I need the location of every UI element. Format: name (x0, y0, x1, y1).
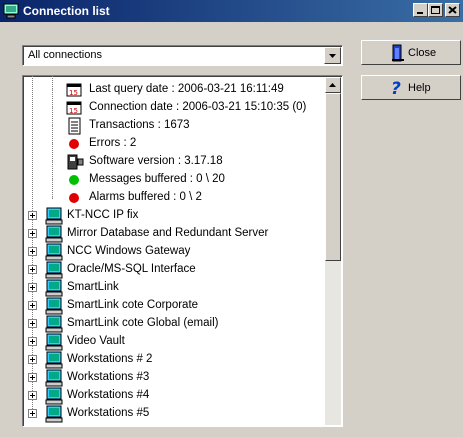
connection-filter-select[interactable]: All connections (22, 45, 343, 66)
connection-row[interactable]: Oracle/MS-SQL Interface (23, 261, 323, 279)
connection-row[interactable]: Workstations #3 (23, 369, 323, 387)
green-dot-icon (69, 175, 79, 185)
detail-row[interactable]: 15 Connection date : 2006-03-21 15:10:35… (23, 99, 323, 117)
maximize-button[interactable] (428, 3, 443, 17)
title-bar[interactable]: Connection list (0, 0, 463, 22)
app-icon (3, 3, 19, 19)
close-button[interactable]: Close (361, 40, 461, 65)
close-button-label: Close (408, 47, 437, 59)
connection-label: Video Vault (67, 335, 125, 347)
detail-label: Messages buffered : 0 \ 20 (89, 173, 225, 185)
computer-icon (45, 387, 63, 405)
detail-row[interactable]: Transactions : 1673 (23, 117, 323, 135)
scroll-thumb[interactable] (325, 93, 341, 261)
computer-icon (45, 261, 63, 279)
detail-row[interactable]: 15 Last query date : 2006-03-21 16:11:49 (23, 81, 323, 99)
connection-row[interactable]: Workstations # 2 (23, 351, 323, 369)
close-window-button[interactable] (445, 3, 460, 17)
expand-plus-icon[interactable] (28, 355, 37, 364)
connection-row[interactable]: SmartLink cote Corporate (23, 297, 323, 315)
chevron-up-icon (329, 83, 336, 87)
help-button[interactable]: ? Help (361, 75, 461, 100)
connection-label: Mirror Database and Redundant Server (67, 227, 269, 239)
expand-plus-icon[interactable] (28, 229, 37, 238)
window-title: Connection list (23, 4, 110, 18)
computer-icon (45, 369, 63, 387)
connection-row[interactable]: Workstations #5 (23, 405, 323, 423)
connection-label: SmartLink cote Global (email) (67, 317, 219, 329)
expand-plus-icon[interactable] (28, 211, 37, 220)
connection-label: KT-NCC IP fix (67, 209, 139, 221)
computer-icon (45, 279, 63, 297)
connection-row[interactable]: Workstations #4 (23, 387, 323, 405)
door-exit-icon (392, 44, 404, 62)
dropdown-button[interactable] (324, 47, 341, 64)
computer-icon (45, 207, 63, 225)
connection-row[interactable]: Video Vault (23, 333, 323, 351)
calendar-icon: 15 (66, 101, 82, 115)
expand-plus-icon[interactable] (28, 337, 37, 346)
detail-row[interactable]: Errors : 2 (23, 135, 323, 153)
filter-selected-value: All connections (28, 49, 102, 61)
connection-label: Workstations # 2 (67, 353, 153, 365)
connection-row[interactable]: NCC Windows Gateway (23, 243, 323, 261)
expand-plus-icon[interactable] (28, 247, 37, 256)
detail-label: Alarms buffered : 0 \ 2 (89, 191, 202, 203)
detail-row[interactable]: Alarms buffered : 0 \ 2 (23, 189, 323, 207)
computer-icon (45, 405, 63, 423)
close-icon (448, 6, 457, 14)
detail-label: Errors : 2 (89, 137, 137, 149)
chevron-down-icon (329, 54, 336, 58)
expand-plus-icon[interactable] (28, 373, 37, 382)
connection-list-window: Connection list All connections Close ? … (0, 0, 463, 437)
connection-label: Workstations #4 (67, 389, 150, 401)
detail-row[interactable]: Messages buffered : 0 \ 20 (23, 171, 323, 189)
help-button-label: Help (408, 82, 431, 94)
expand-plus-icon[interactable] (28, 409, 37, 418)
svg-text:?: ? (391, 79, 401, 97)
expand-plus-icon[interactable] (28, 391, 37, 400)
detail-label: Connection date : 2006-03-21 15:10:35 (0… (89, 101, 307, 113)
maximize-icon (431, 6, 440, 14)
computer-icon (45, 333, 63, 351)
computer-icon (45, 351, 63, 369)
computer-icon (45, 315, 63, 333)
computer-icon (45, 243, 63, 261)
red-dot-icon (69, 139, 79, 149)
expand-plus-icon[interactable] (28, 301, 37, 310)
expand-plus-icon[interactable] (28, 283, 37, 292)
detail-row[interactable]: Software version : 3.17.18 (23, 153, 323, 171)
vertical-scrollbar[interactable] (325, 77, 341, 425)
detail-label: Software version : 3.17.18 (89, 155, 223, 167)
expand-plus-icon[interactable] (28, 265, 37, 274)
detail-label: Transactions : 1673 (89, 119, 190, 131)
connection-tree[interactable]: 15 Last query date : 2006-03-21 16:11:49… (22, 75, 343, 427)
computer-icon (45, 297, 63, 315)
software-icon (67, 154, 84, 170)
connection-label: Workstations #3 (67, 371, 150, 383)
svg-text:15: 15 (69, 89, 78, 97)
connection-label: Oracle/MS-SQL Interface (67, 263, 196, 275)
connection-label: NCC Windows Gateway (67, 245, 191, 257)
minimize-button[interactable] (413, 3, 428, 17)
connection-row[interactable]: SmartLink cote Global (email) (23, 315, 323, 333)
connection-label: SmartLink (67, 281, 119, 293)
minimize-icon (417, 12, 423, 14)
connection-row[interactable]: KT-NCC IP fix (23, 207, 323, 225)
connection-label: SmartLink cote Corporate (67, 299, 199, 311)
computer-icon (45, 225, 63, 243)
detail-label: Last query date : 2006-03-21 16:11:49 (89, 83, 284, 95)
calendar-icon: 15 (66, 83, 82, 97)
connection-row[interactable]: Mirror Database and Redundant Server (23, 225, 323, 243)
question-mark-icon: ? (391, 79, 401, 97)
red-dot-icon (69, 193, 79, 203)
expand-plus-icon[interactable] (28, 319, 37, 328)
connection-label: Workstations #5 (67, 407, 150, 419)
scroll-up-button[interactable] (325, 77, 341, 93)
transactions-icon (68, 117, 81, 135)
connection-row[interactable]: SmartLink (23, 279, 323, 297)
svg-text:15: 15 (69, 107, 78, 115)
